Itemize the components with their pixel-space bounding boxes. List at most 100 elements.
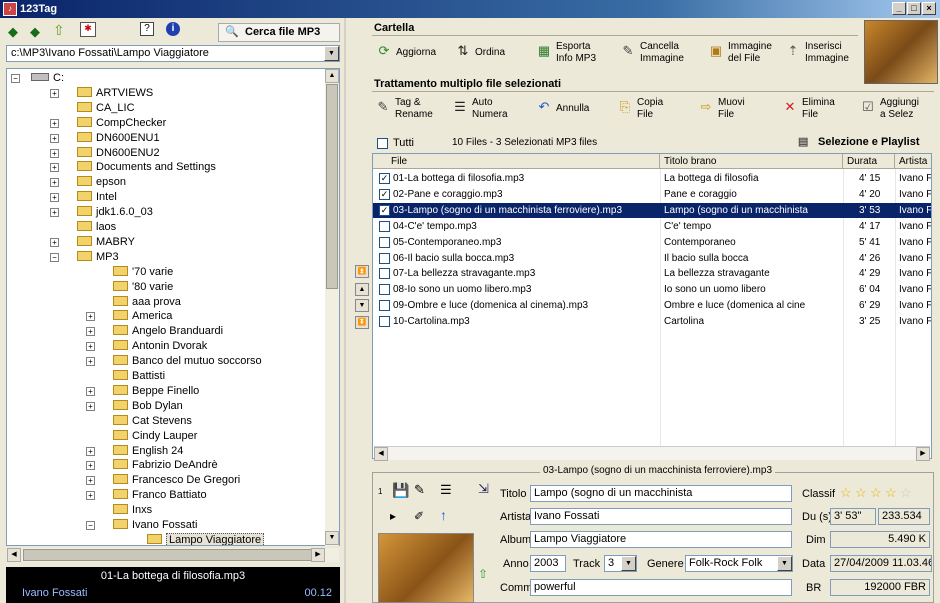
tree-node[interactable]: + Banco del mutuo soccorso	[86, 354, 262, 369]
tree-node[interactable]: + Franco Battiato	[86, 488, 207, 503]
tree-node[interactable]: '70 varie	[113, 265, 173, 280]
row-checkbox[interactable]	[379, 284, 390, 296]
table-row[interactable]: 04-C'e' tempo.mp3 C'e' tempo 4' 17 Ivano F	[373, 219, 931, 234]
copia-file-button[interactable]: ⎘ Copia File	[617, 97, 697, 123]
expand-icon[interactable]: +	[86, 446, 95, 456]
expand-icon[interactable]: +	[50, 237, 59, 247]
tree-node[interactable]: + Bob Dylan	[86, 399, 183, 414]
table-row[interactable]: ✓ 01-La bottega di filosofia.mp3 La botteg…	[373, 171, 931, 186]
aggiorna-button[interactable]: ⟳ Aggiorna	[376, 41, 456, 67]
scroll-right-icon[interactable]: ▶	[311, 548, 325, 562]
tree-node[interactable]: Battisti	[113, 369, 165, 384]
tree-horizontal-scrollbar[interactable]: ◀ ▶	[7, 548, 339, 562]
scroll-left-icon[interactable]: ◀	[374, 447, 388, 461]
anno-field[interactable]: 2003	[530, 555, 566, 572]
folder-add-icon[interactable]: ⇧	[478, 567, 488, 581]
esporta-info-button[interactable]: ▦ Esporta Info MP3	[536, 41, 616, 67]
hscroll-thumb[interactable]	[23, 549, 323, 561]
expand-icon[interactable]: +	[86, 357, 95, 367]
info-icon[interactable]: i	[166, 22, 180, 36]
table-row[interactable]: 10-Cartolina.mp3 Cartolina 3' 25 Ivano F	[373, 314, 931, 329]
row-checkbox[interactable]: ✓	[379, 204, 390, 216]
back-arrow-icon[interactable]: ◆	[8, 24, 18, 40]
row-checkbox[interactable]	[379, 268, 390, 280]
expand-icon[interactable]: +	[86, 327, 95, 337]
up-folder-icon[interactable]: ⇧	[53, 22, 65, 39]
tree-node[interactable]: Cat Stevens	[113, 414, 192, 429]
scroll-down-icon[interactable]: ▼	[325, 531, 339, 545]
tree-node[interactable]: Inxs	[113, 503, 152, 518]
up-arrow-icon[interactable]: ↑	[440, 507, 447, 523]
titolo-field[interactable]: Lampo (sogno di un macchinista	[530, 485, 792, 502]
rating-star-icon[interactable]: ☆	[870, 486, 882, 500]
tree-node-selected[interactable]: Lampo Viaggiatore	[147, 532, 265, 545]
save-icon[interactable]: 💾	[392, 482, 409, 499]
row-checkbox[interactable]: ✓	[379, 173, 390, 184]
inserisci-immagine-button[interactable]: ⇡ Inserisci Immagine	[785, 41, 865, 67]
copy-tag-icon[interactable]: ⇲	[478, 481, 489, 497]
column-header-1[interactable]: Titolo brano	[660, 154, 843, 169]
expand-icon[interactable]: +	[86, 461, 95, 471]
tree-node[interactable]: + Angelo Branduardi	[86, 324, 223, 339]
play-icon[interactable]: ▸	[390, 509, 396, 523]
tree-node[interactable]: laos	[77, 220, 116, 235]
tree-node[interactable]: + English 24	[86, 444, 183, 459]
selezione-playlist-button[interactable]: ▤ Selezione e Playlist	[798, 133, 930, 151]
move-top-icon[interactable]: ⏫	[355, 265, 369, 278]
auto-numera-button[interactable]: ☰ Auto Numera	[452, 97, 532, 123]
tree-node[interactable]: + epson	[50, 175, 126, 190]
expand-icon[interactable]: +	[50, 193, 59, 203]
tree-node-ivano[interactable]: − Ivano Fossati	[86, 518, 197, 533]
column-header-2[interactable]: Durata	[843, 154, 895, 169]
clear-tag-icon[interactable]: ☰	[440, 482, 452, 498]
tree-node[interactable]: + DN600ENU1	[50, 131, 160, 146]
scroll-thumb[interactable]	[326, 84, 338, 289]
folder-tree[interactable]: − C: + ARTVIEWS CA_LIC + CompChecker + DN600ENU1…	[6, 68, 340, 546]
tree-node[interactable]: '80 varie	[113, 280, 173, 295]
expand-icon[interactable]: +	[86, 312, 95, 322]
elimina-file-button[interactable]: ✕ Elimina File	[782, 97, 862, 123]
rating-star-icon[interactable]: ☆	[855, 486, 867, 500]
erase-icon[interactable]: ✐	[414, 509, 424, 523]
scroll-right-icon[interactable]: ▶	[916, 447, 930, 461]
tree-node[interactable]: + Fabrizio DeAndrè	[86, 458, 218, 473]
table-row[interactable]: ✓ 02-Pane e coraggio.mp3 Pane e coraggio 4'…	[373, 187, 931, 202]
tree-node[interactable]: + CompChecker	[50, 116, 166, 131]
expand-icon[interactable]: +	[50, 208, 59, 218]
comm-field[interactable]: powerful	[530, 579, 792, 596]
column-header-3[interactable]: Artista	[895, 154, 931, 169]
row-checkbox[interactable]: ✓	[379, 188, 390, 200]
chevron-down-icon[interactable]: ▼	[324, 46, 339, 61]
expand-icon[interactable]: +	[86, 386, 95, 396]
ordina-button[interactable]: ⇅ Ordina	[455, 41, 535, 67]
tree-node[interactable]: + jdk1.6.0_03	[50, 205, 153, 220]
collapse-icon[interactable]: −	[11, 74, 20, 83]
expand-icon[interactable]: +	[50, 163, 59, 173]
chevron-down-icon[interactable]: ▼	[621, 556, 636, 571]
tree-node[interactable]: + Francesco De Gregori	[86, 473, 240, 488]
tree-node[interactable]: aaa prova	[113, 295, 181, 310]
search-mp3-button[interactable]: 🔍 Cerca file MP3	[218, 23, 340, 42]
drive-icon[interactable]: ✱	[80, 22, 96, 37]
maximize-button[interactable]: □	[907, 2, 921, 15]
help-icon[interactable]: ?	[140, 22, 154, 36]
expand-icon[interactable]: +	[50, 148, 59, 158]
rating-star-icon[interactable]: ☆	[900, 486, 912, 500]
list-horizontal-scrollbar[interactable]: ◀ ▶	[374, 446, 930, 461]
cancella-immagine-button[interactable]: ✎ Cancella Immagine	[620, 41, 700, 67]
tree-node-mp3[interactable]: − MP3	[50, 250, 119, 265]
move-down-icon[interactable]: ▼	[355, 299, 369, 312]
tag-rename-button[interactable]: ✎ Tag & Rename	[375, 97, 455, 123]
expand-icon[interactable]: +	[86, 401, 95, 411]
expand-icon[interactable]: +	[86, 491, 95, 501]
row-checkbox[interactable]	[379, 236, 390, 248]
collapse-icon[interactable]: −	[50, 252, 59, 262]
row-checkbox[interactable]	[379, 252, 390, 264]
tree-node[interactable]: + America	[86, 309, 172, 324]
table-row[interactable]: 09-Ombre e luce (domenica al cinema).mp3…	[373, 298, 931, 313]
tree-node[interactable]: + MABRY	[50, 235, 135, 250]
table-row[interactable]: 07-La bellezza stravagante.mp3 La bellezz…	[373, 266, 931, 281]
collapse-icon[interactable]: −	[86, 521, 95, 530]
row-checkbox[interactable]	[379, 300, 390, 312]
tree-node[interactable]: CA_LIC	[77, 101, 135, 116]
